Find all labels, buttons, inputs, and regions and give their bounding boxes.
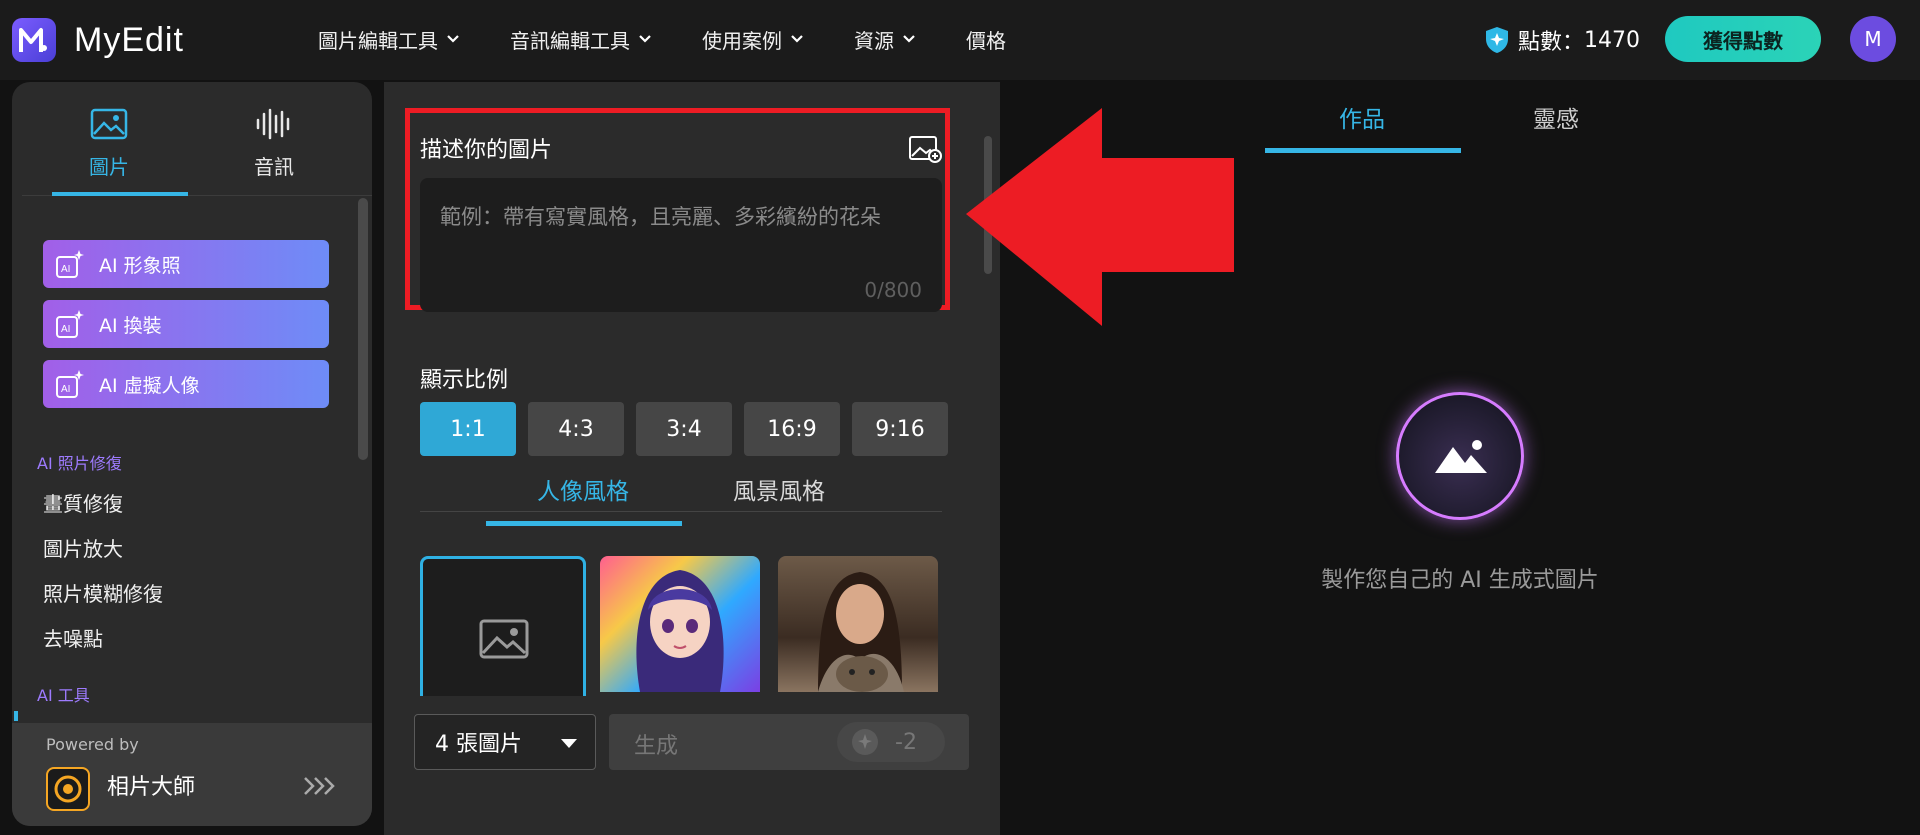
main-nav: 圖片編輯工具 音訊編輯工具 使用案例 資源 價格	[318, 24, 1056, 54]
woman-with-cat-image	[818, 572, 904, 692]
ratio-9-16-button[interactable]: 9:16	[852, 402, 948, 456]
svg-text:AI: AI	[61, 324, 70, 335]
ratio-4-3-button[interactable]: 4:3	[528, 402, 624, 456]
points-value: 1470	[1584, 27, 1641, 53]
nav-label: 資源	[854, 28, 894, 53]
myedit-logo[interactable]: MyEdit	[12, 18, 184, 62]
chevrons-right-icon	[304, 777, 335, 795]
aspect-ratio-title: 顯示比例	[420, 368, 509, 393]
points-label: 點數：	[1518, 30, 1585, 55]
generate-cost-value: -2	[895, 729, 917, 755]
get-points-button[interactable]: 獲得點數	[1665, 16, 1821, 62]
tab-image[interactable]: 圖片	[42, 108, 176, 180]
points-shield-icon	[852, 729, 878, 755]
nav-audio-tools[interactable]: 音訊編輯工具	[510, 24, 652, 54]
chevron-down-icon	[447, 35, 459, 43]
style-anime-thumbnail[interactable]	[600, 556, 760, 692]
style-none-thumbnail[interactable]	[420, 556, 586, 696]
red-arrow-annotation	[966, 108, 1234, 326]
nav-label: 價格	[966, 28, 1006, 53]
prompt-input[interactable]: 範例：帶有寫實風格，且亮麗、多彩繽紛的花朵 0/800	[420, 178, 942, 312]
style-tabs: 人像風格 風景風格	[420, 472, 942, 512]
prompt-placeholder: 範例：帶有寫實風格，且亮麗、多彩繽紛的花朵	[440, 205, 881, 229]
sidebar-scrollbar[interactable]	[358, 198, 368, 460]
section-photo-repair: AI 照片修復	[37, 454, 122, 473]
nav-label: 使用案例	[702, 28, 782, 53]
nav-use-cases[interactable]: 使用案例	[702, 24, 804, 54]
powered-by-label: Powered by	[46, 735, 139, 754]
generate-label: 生成	[634, 734, 679, 759]
photodirector-logo-icon	[46, 767, 90, 811]
user-avatar[interactable]: M	[1850, 16, 1896, 62]
ai-headshot-button[interactable]: AI AI 形象照	[43, 240, 329, 288]
tab-label: 音訊	[254, 155, 294, 179]
prompt-title: 描述你的圖片	[420, 138, 553, 163]
chevron-down-icon	[791, 35, 803, 43]
image-quantity-select[interactable]: 4 張圖片	[414, 714, 596, 770]
ratio-3-4-button[interactable]: 3:4	[636, 402, 732, 456]
tab-works[interactable]: 作品	[1339, 100, 1385, 134]
tab-audio[interactable]: 音訊	[207, 108, 341, 180]
top-navigation-bar: MyEdit 圖片編輯工具 音訊編輯工具 使用案例 資源 價格 點數： 1470…	[0, 0, 1920, 80]
generate-cost-badge: -2	[837, 722, 945, 762]
sidebar-item-unblur[interactable]: 照片模糊修復	[43, 578, 163, 607]
chevron-down-icon	[903, 35, 915, 43]
sidebar-accent	[14, 711, 18, 721]
image-placeholder-icon	[479, 619, 529, 659]
generate-button[interactable]: 生成 -2	[609, 714, 969, 770]
tab-label: 圖片	[89, 155, 129, 179]
empty-gallery-icon	[1396, 392, 1524, 520]
aspect-ratio-options: 1:1 4:3 3:4 16:9 9:16	[420, 402, 960, 456]
empty-state-text: 製作您自己的 AI 生成式圖片	[1321, 568, 1599, 593]
ratio-1-1-button[interactable]: 1:1	[420, 402, 516, 456]
ai-outfit-button[interactable]: AI AI 換裝	[43, 300, 329, 348]
ratio-16-9-button[interactable]: 16:9	[744, 402, 840, 456]
sidebar-item-enhance[interactable]: 畫質修復	[43, 488, 123, 517]
points-display: 點數： 1470	[1484, 24, 1640, 56]
generator-panel: 描述你的圖片 範例：帶有寫實風格，且亮麗、多彩繽紛的花朵 0/800 顯示比例 …	[384, 82, 1000, 835]
quantity-value: 4 張圖片	[435, 732, 522, 757]
tab-landscape-style[interactable]: 風景風格	[733, 472, 825, 506]
svg-text:AI: AI	[61, 264, 70, 275]
sidebar-item-upscale[interactable]: 圖片放大	[43, 533, 123, 562]
ai-avatar-button[interactable]: AI AI 虛擬人像	[43, 360, 329, 408]
nav-resources[interactable]: 資源	[854, 24, 916, 54]
powered-by-name: 相片大師	[107, 775, 196, 800]
active-tab-indicator	[52, 192, 188, 196]
results-tabs: 作品 靈感	[1265, 100, 1655, 154]
app-name: MyEdit	[74, 20, 184, 59]
image-icon	[90, 108, 128, 140]
ai-sparkle-icon: AI	[56, 310, 84, 338]
ai-button-label: AI 形象照	[99, 254, 181, 277]
nav-label: 圖片編輯工具	[318, 28, 438, 53]
caret-down-icon	[561, 739, 577, 748]
sidebar-item-denoise[interactable]: 去噪點	[43, 623, 103, 652]
svg-text:AI: AI	[61, 384, 70, 395]
nav-label: 音訊編輯工具	[510, 28, 630, 53]
style-tab-indicator	[486, 521, 682, 526]
results-tab-indicator	[1265, 148, 1461, 153]
chevron-down-icon	[639, 35, 651, 43]
powered-by-footer[interactable]: Powered by 相片大師	[12, 723, 372, 826]
points-shield-icon	[1486, 27, 1508, 53]
tool-sidebar: 圖片 音訊 AI AI 形象照 AI AI 換裝 AI AI 虛擬人像 AI 照…	[12, 82, 372, 826]
ai-sparkle-icon: AI	[56, 370, 84, 398]
nav-pricing[interactable]: 價格	[966, 24, 1006, 54]
ai-sparkle-icon: AI	[56, 250, 84, 278]
sidebar-tabs: 圖片 音訊	[22, 82, 372, 196]
section-ai-tools: AI 工具	[37, 686, 90, 705]
logo-mark-icon	[12, 18, 56, 62]
ai-button-label: AI 換裝	[99, 314, 162, 337]
character-counter: 0/800	[864, 278, 922, 302]
tab-inspiration[interactable]: 靈感	[1533, 100, 1579, 134]
anime-portrait-image	[636, 570, 724, 692]
style-realistic-thumbnail[interactable]	[778, 556, 938, 692]
nav-image-tools[interactable]: 圖片編輯工具	[318, 24, 460, 54]
tab-portrait-style[interactable]: 人像風格	[537, 472, 629, 506]
ai-button-label: AI 虛擬人像	[99, 374, 200, 397]
add-image-icon[interactable]	[908, 134, 942, 164]
waveform-icon	[256, 108, 290, 140]
